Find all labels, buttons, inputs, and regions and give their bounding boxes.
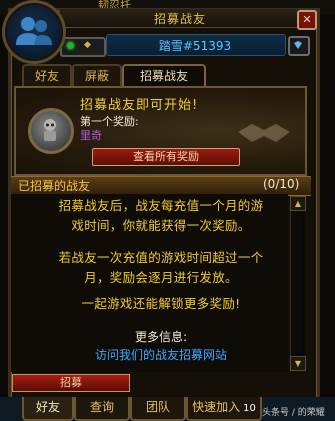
watermark-text: 头条号 / 的荣耀 — [262, 408, 325, 418]
info-line: 招募战友后，战友每充值一个月的游 — [58, 198, 264, 213]
quick-join-badge: 10 — [243, 403, 256, 414]
info-line: 戏时间，你就能获得一次奖励。 — [71, 218, 251, 233]
reward-title: 招募战友即可开始! — [80, 98, 199, 113]
bottom-tab-raid[interactable]: 团队 — [130, 397, 186, 421]
view-all-rewards-button[interactable]: 查看所有奖励 — [92, 148, 240, 166]
scroll-track[interactable] — [292, 213, 302, 353]
info-paragraph-2: 若战友一次充值的游戏时间超过一个 月，奖励会逐月进行发放。 — [25, 248, 297, 288]
handshake-icon — [238, 124, 290, 142]
close-button[interactable]: ✕ — [297, 10, 317, 30]
recruit-info-panel: 招募战友后，战友每充值一个月的游 戏时间，你就能获得一次奖励。 若战友一次充值的… — [11, 194, 288, 372]
recruit-button[interactable]: 招募 — [12, 374, 130, 392]
info-paragraph-1: 招募战友后，战友每充值一个月的游 戏时间，你就能获得一次奖励。 — [25, 196, 297, 236]
info-paragraph-3: 一起游戏还能解锁更多奖励! — [81, 296, 241, 311]
recruited-header-label: 已招募的战友 — [18, 179, 91, 193]
tab-ignore[interactable]: 屏蔽 — [72, 64, 122, 86]
reward-name[interactable]: 里奇 — [80, 127, 102, 143]
scroll-up-button[interactable]: ▲ — [290, 196, 306, 211]
bottom-tab-who[interactable]: 查询 — [74, 397, 130, 421]
scroll-down-button[interactable]: ▼ — [290, 356, 306, 371]
bottom-tab-friends[interactable]: 好友 — [22, 397, 74, 421]
info-line: 若战友一次充值的游戏时间超过一个 — [58, 250, 264, 265]
more-info-label: 更多信息: — [134, 330, 188, 344]
reward-mount-icon — [28, 108, 74, 154]
info-line: 月，奖励会逐月进行发放。 — [84, 270, 238, 285]
battletag-text: 踏雪#51393 — [158, 39, 232, 53]
bottom-tab-quick-join[interactable]: 快速加入 10 — [186, 397, 262, 421]
tab-recruit-a-friend[interactable]: 招募战友 — [122, 64, 206, 86]
quick-join-label: 快速加入 — [192, 400, 241, 414]
window-title: 招募战友 — [153, 12, 206, 26]
friends-portrait-icon — [2, 0, 66, 64]
recruited-count: (0/10) — [263, 177, 300, 191]
tab-friends[interactable]: 好友 — [22, 64, 72, 86]
chevron-down-icon: ◆ — [84, 40, 91, 50]
broadcast-button[interactable] — [288, 36, 310, 56]
broadcast-icon — [294, 41, 302, 49]
online-status-icon — [67, 42, 74, 49]
recruit-website-link[interactable]: 访问我们的战友招募网站 — [25, 346, 297, 363]
